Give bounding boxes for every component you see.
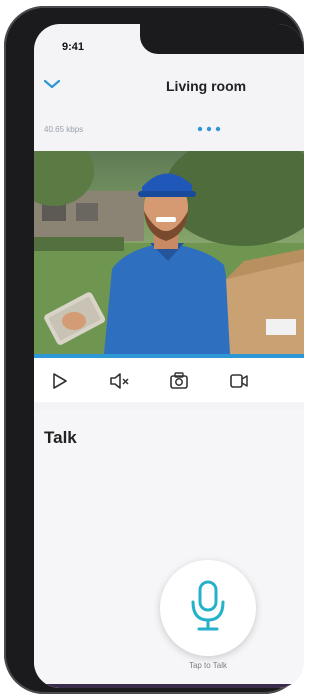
bottom-edge — [34, 684, 304, 688]
video-controls — [34, 358, 304, 402]
mute-icon[interactable] — [108, 370, 130, 392]
page-title: Living room — [166, 78, 247, 94]
video-frame-illustration — [34, 151, 304, 354]
snapshot-icon[interactable] — [168, 370, 190, 392]
phone-frame: 9:41 Living room 40.65 kbps Talk Tap to … — [4, 6, 304, 694]
talk-heading: Talk — [44, 428, 77, 447]
microphone-icon — [191, 580, 225, 631]
tap-to-talk-label: Tap to Talk — [188, 661, 228, 670]
status-time: 9:41 — [62, 41, 85, 53]
more-dots-icon[interactable] — [196, 126, 222, 132]
talk-panel: Talk Tap to Talk — [34, 410, 304, 688]
record-icon[interactable] — [228, 370, 250, 392]
tap-to-talk-button[interactable] — [160, 560, 256, 656]
live-video-feed[interactable] — [34, 151, 304, 354]
app-screen: 9:41 Living room 40.65 kbps Talk Tap to … — [34, 24, 304, 688]
notch — [140, 24, 304, 54]
chevron-down-icon[interactable] — [42, 76, 62, 92]
play-icon[interactable] — [48, 370, 70, 392]
bitrate-label: 40.65 kbps — [44, 125, 84, 134]
